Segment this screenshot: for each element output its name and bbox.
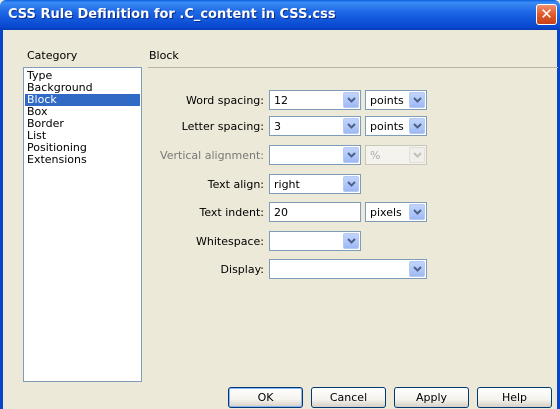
close-button[interactable]: ✕ [536, 4, 557, 25]
text-indent-unit-select[interactable]: pixels [365, 202, 427, 222]
letter-spacing-unit: points [370, 120, 404, 133]
category-header: Category [27, 49, 78, 62]
vertical-alignment-unit: % [370, 149, 381, 162]
text-indent-unit: pixels [370, 206, 402, 219]
close-icon: ✕ [540, 5, 553, 23]
chevron-down-icon[interactable] [409, 204, 425, 220]
panel-title: Block [149, 49, 179, 62]
word-spacing-combo[interactable]: 12 [269, 90, 361, 110]
panel-divider [148, 67, 558, 68]
word-spacing-unit: points [370, 94, 404, 107]
whitespace-label: Whitespace: [196, 235, 264, 248]
ok-button[interactable]: OK [228, 387, 303, 408]
category-list[interactable]: Type Background Block Box Border List Po… [23, 67, 142, 382]
chevron-down-icon[interactable] [409, 92, 425, 108]
chevron-down-icon[interactable] [409, 118, 425, 134]
word-spacing-label: Word spacing: [186, 94, 264, 107]
title-bar[interactable]: CSS Rule Definition for .C_content in CS… [0, 0, 560, 30]
window-title: CSS Rule Definition for .C_content in CS… [8, 7, 336, 22]
letter-spacing-value: 3 [274, 120, 281, 133]
chevron-down-icon [409, 147, 425, 163]
help-button[interactable]: Help [477, 387, 552, 408]
vertical-alignment-label: Vertical alignment: [160, 149, 264, 162]
chevron-down-icon[interactable] [343, 176, 359, 192]
apply-button[interactable]: Apply [394, 387, 469, 408]
display-label: Display: [220, 263, 264, 276]
whitespace-select[interactable] [269, 231, 361, 251]
vertical-alignment-combo[interactable] [269, 145, 361, 165]
chevron-down-icon[interactable] [409, 261, 425, 277]
text-indent-label: Text indent: [199, 206, 264, 219]
chevron-down-icon[interactable] [343, 233, 359, 249]
chevron-down-icon[interactable] [343, 147, 359, 163]
letter-spacing-combo[interactable]: 3 [269, 116, 361, 136]
text-align-label: Text align: [207, 178, 264, 191]
vertical-alignment-unit-select: % [365, 145, 427, 165]
chevron-down-icon[interactable] [343, 92, 359, 108]
word-spacing-value: 12 [274, 94, 288, 107]
chevron-down-icon[interactable] [343, 118, 359, 134]
cancel-button[interactable]: Cancel [311, 387, 386, 408]
css-rule-dialog: CSS Rule Definition for .C_content in CS… [0, 0, 560, 409]
text-align-select[interactable]: right [269, 174, 361, 194]
window-border-left [0, 30, 3, 409]
text-indent-input[interactable]: 20 [269, 202, 361, 222]
display-select[interactable] [269, 259, 427, 279]
letter-spacing-unit-select[interactable]: points [365, 116, 427, 136]
word-spacing-unit-select[interactable]: points [365, 90, 427, 110]
text-indent-value: 20 [274, 206, 288, 219]
letter-spacing-label: Letter spacing: [181, 120, 264, 133]
text-align-value: right [274, 178, 300, 191]
